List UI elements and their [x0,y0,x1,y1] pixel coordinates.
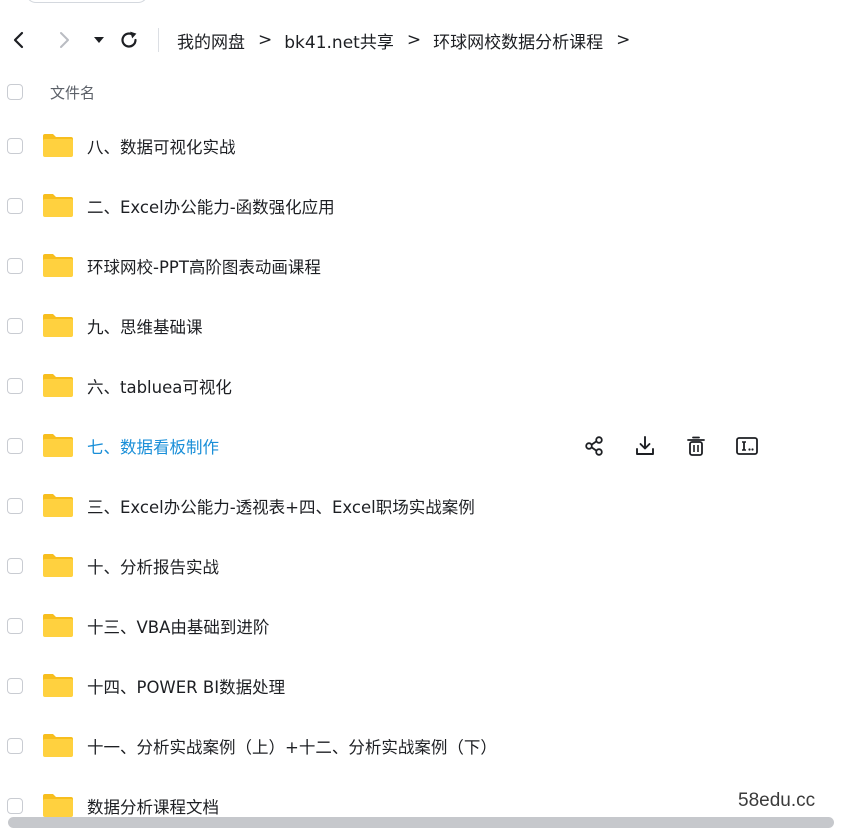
breadcrumb-separator: > [406,30,422,50]
file-name[interactable]: 七、数据看板制作 [87,434,219,458]
chevron-right-icon [60,32,69,48]
download-icon [634,435,656,457]
file-name[interactable]: 六、tabluea可视化 [87,374,232,398]
forward-button[interactable] [50,26,78,54]
folder-icon [42,192,74,218]
file-row[interactable]: 二、Excel办公能力-函数强化应用 [0,176,852,236]
caret-down-icon [94,37,104,43]
row-checkbox[interactable] [7,378,23,394]
list-header: 文件名 [0,72,852,112]
breadcrumb: 我的网盘 > bk41.net共享 > 环球网校数据分析课程 > [177,28,642,53]
file-name[interactable]: 八、数据可视化实战 [87,134,236,158]
nav-divider [158,28,159,52]
history-dropdown-button[interactable] [85,26,113,54]
folder-icon [42,132,74,158]
delete-button[interactable] [682,432,710,460]
row-checkbox[interactable] [7,198,23,214]
folder-icon [42,732,74,758]
file-row[interactable]: 十三、VBA由基础到进阶 [0,596,852,656]
row-checkbox[interactable] [7,798,23,814]
chevron-left-icon [13,31,24,49]
row-checkbox[interactable] [7,138,23,154]
breadcrumb-separator: > [258,30,273,50]
file-browser: 我的网盘 > bk41.net共享 > 环球网校数据分析课程 > 文件名 八、数… [0,0,852,830]
file-row[interactable]: 九、思维基础课 [0,296,852,356]
row-checkbox[interactable] [7,738,23,754]
breadcrumb-item-course[interactable]: 环球网校数据分析课程 [433,28,603,53]
folder-icon [42,552,74,578]
file-row[interactable]: 十四、POWER BI数据处理 [0,656,852,716]
refresh-button[interactable] [115,26,143,54]
row-checkbox[interactable] [7,558,23,574]
top-tab-edge [26,0,148,3]
folder-icon [42,492,74,518]
file-name[interactable]: 十一、分析实战案例（上）+十二、分析实战案例（下） [87,734,497,758]
navigation-bar: 我的网盘 > bk41.net共享 > 环球网校数据分析课程 > [0,18,852,62]
row-checkbox[interactable] [7,618,23,634]
file-row[interactable]: 十一、分析实战案例（上）+十二、分析实战案例（下） [0,716,852,776]
row-checkbox[interactable] [7,318,23,334]
folder-icon [42,312,74,338]
file-row[interactable]: 六、tabluea可视化 [0,356,852,416]
file-name[interactable]: 三、Excel办公能力-透视表+四、Excel职场实战案例 [87,494,475,518]
delete-icon [685,435,707,457]
file-name[interactable]: 十、分析报告实战 [87,554,219,578]
rename-icon [735,435,759,457]
file-row[interactable]: 三、Excel办公能力-透视表+四、Excel职场实战案例 [0,476,852,536]
row-checkbox[interactable] [7,258,23,274]
row-actions [580,432,784,460]
folder-icon [42,432,74,458]
folder-icon [42,672,74,698]
watermark: 58edu.cc [738,790,816,811]
file-name[interactable]: 十四、POWER BI数据处理 [87,674,285,698]
file-row[interactable]: 十、分析报告实战 [0,536,852,596]
folder-icon [42,372,74,398]
row-checkbox[interactable] [7,498,23,514]
rename-button[interactable] [733,432,761,460]
file-name[interactable]: 十三、VBA由基础到进阶 [87,614,269,638]
file-name[interactable]: 二、Excel办公能力-函数强化应用 [87,194,335,218]
breadcrumb-separator: > [616,30,631,50]
download-button[interactable] [631,432,659,460]
breadcrumb-item-my-drive[interactable]: 我的网盘 [177,28,245,53]
row-checkbox[interactable] [7,438,23,454]
refresh-icon [121,31,137,48]
file-row[interactable]: 七、数据看板制作 [0,416,852,476]
file-name[interactable]: 数据分析课程文档 [87,794,219,818]
folder-icon [42,792,74,818]
share-button[interactable] [580,432,608,460]
back-button[interactable] [5,26,33,54]
share-icon [583,435,605,457]
select-all-checkbox[interactable] [7,84,23,100]
folder-icon [42,612,74,638]
horizontal-scrollbar[interactable] [8,817,834,828]
column-header-filename[interactable]: 文件名 [50,82,95,103]
breadcrumb-item-share[interactable]: bk41.net共享 [284,28,394,53]
file-row[interactable]: 八、数据可视化实战 [0,116,852,176]
file-name[interactable]: 环球网校-PPT高阶图表动画课程 [87,254,321,278]
file-name[interactable]: 九、思维基础课 [87,314,203,338]
row-checkbox[interactable] [7,678,23,694]
file-row[interactable]: 环球网校-PPT高阶图表动画课程 [0,236,852,296]
folder-icon [42,252,74,278]
